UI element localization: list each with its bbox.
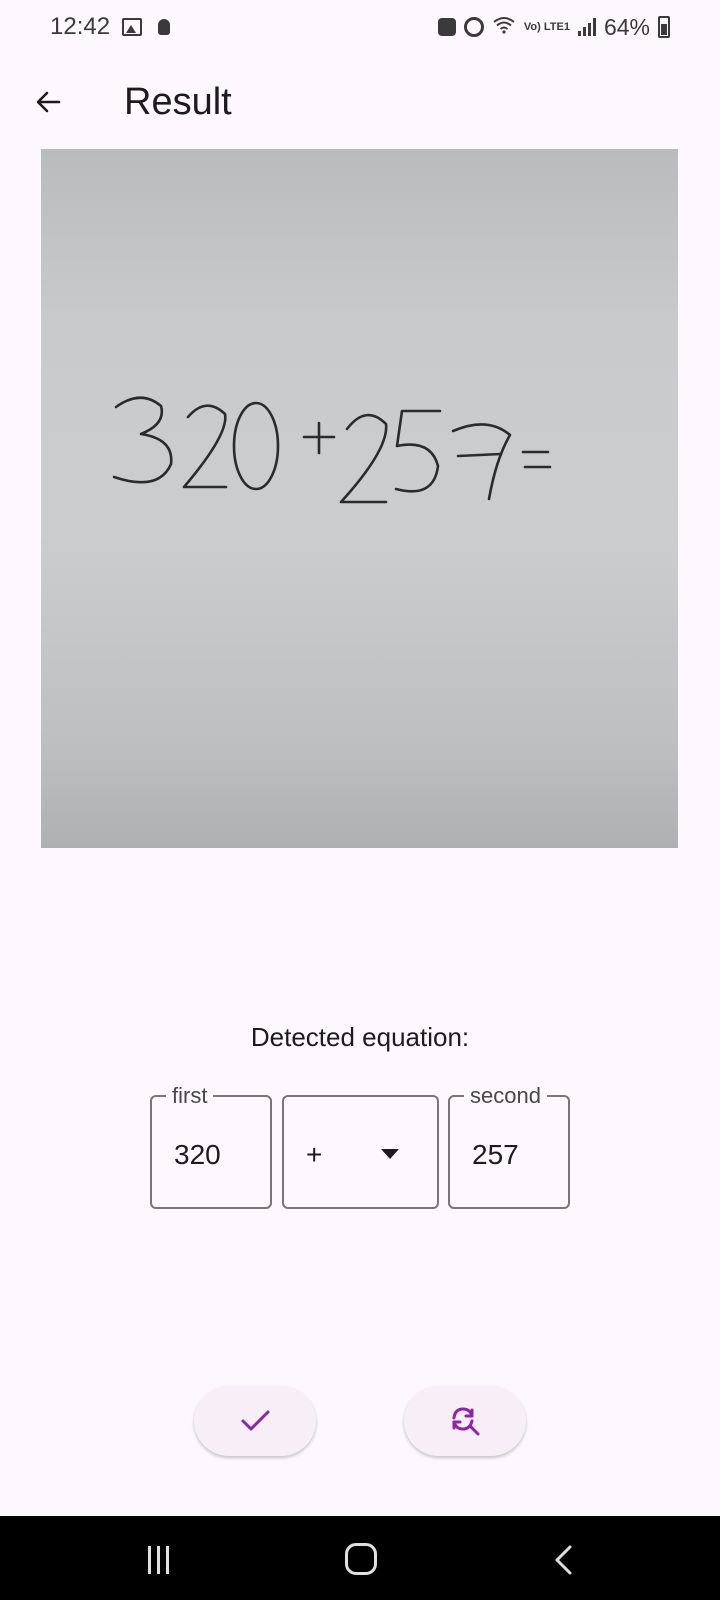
first-number-field[interactable]: first 320 [150,1083,272,1209]
check-icon [241,1410,270,1431]
status-bar: 12:42 Vo) LTE1 64% [0,0,720,54]
system-nav-bar [0,1516,720,1600]
sync-icon [437,18,456,36]
second-field-value[interactable]: 257 [472,1139,519,1171]
alarm-icon [463,17,484,37]
confirm-button[interactable] [194,1386,316,1456]
first-field-value[interactable]: 320 [174,1139,221,1171]
handwritten-equation [112,396,552,504]
gallery-icon [122,18,143,36]
detected-equation-label: Detected equation: [250,1022,470,1052]
wifi-icon [492,15,516,40]
rescan-button[interactable] [404,1386,526,1456]
lightbulb-icon [158,19,171,35]
dropdown-arrow-icon [381,1149,399,1159]
home-icon[interactable] [345,1543,377,1575]
second-number-field[interactable]: second 257 [448,1083,570,1209]
back-icon[interactable] [550,1544,578,1581]
arrow-back-icon [36,91,61,113]
rescan-search-icon [452,1407,480,1436]
back-button[interactable] [12,66,84,138]
first-field-label: first [166,1083,214,1109]
captured-photo [41,149,678,848]
status-time: 12:42 [50,13,111,40]
status-left: 12:42 [50,13,171,41]
page-title: Result [124,80,232,123]
operator-dropdown[interactable]: + [282,1095,439,1209]
network-type: Vo) LTE1 [523,20,570,33]
app-bar: Result [0,66,720,138]
recents-icon[interactable] [148,1546,169,1574]
status-right: Vo) LTE1 64% [437,13,670,41]
signal-icon [577,18,596,36]
operator-value: + [306,1139,323,1170]
battery-percent: 64% [603,13,650,40]
second-field-label: second [464,1083,547,1109]
battery-icon [658,16,670,38]
